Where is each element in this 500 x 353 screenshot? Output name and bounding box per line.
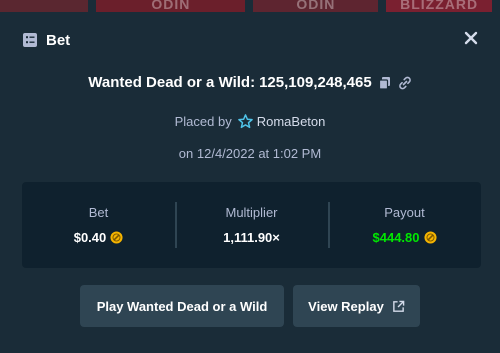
username-link[interactable]: RomaBeton	[257, 114, 326, 129]
bet-stats-panel: Bet $0.40 Multiplier 1,111.90× Payout $4…	[22, 182, 481, 268]
stat-bet: Bet $0.40	[22, 182, 175, 268]
stat-value: $0.40	[74, 230, 124, 245]
bet-details-modal: Bet Wanted Dead or a Wild : 125,109,248,…	[0, 12, 500, 353]
close-icon[interactable]	[462, 29, 480, 47]
placed-by-line: Placed by RomaBeton	[0, 114, 500, 129]
stat-label: Multiplier	[225, 205, 278, 220]
placed-by-label: Placed by	[174, 114, 232, 129]
external-link-icon	[392, 300, 405, 312]
bet-amount: $0.40	[73, 230, 107, 245]
stat-label: Bet	[88, 205, 109, 220]
copy-icon[interactable]	[378, 76, 392, 90]
view-replay-button[interactable]: View Replay	[293, 285, 420, 327]
bet-title-line: Wanted Dead or a Wild : 125,109,248,465	[0, 74, 500, 91]
bet-slip-icon	[23, 33, 37, 47]
game-thumbnail: ODIN	[96, 0, 246, 12]
bet-date: on 12/4/2022 at 1:02 PM	[178, 146, 322, 161]
link-icon[interactable]	[398, 76, 412, 90]
bet-id: 125,109,248,465	[259, 74, 372, 91]
game-thumbnail	[0, 0, 89, 12]
payout-amount: $444.80	[372, 230, 420, 245]
modal-title: Bet	[46, 31, 71, 49]
game-thumbnail: BLIZZARD	[386, 0, 492, 12]
stat-payout: Payout $444.80	[328, 182, 481, 268]
currency-coin-icon	[423, 231, 437, 244]
stat-value: 1,111.90×	[223, 230, 280, 245]
stat-value: $444.80	[373, 230, 437, 245]
play-game-label: Play Wanted Dead or a Wild	[96, 298, 268, 314]
background-game-thumbnails: ODIN ODIN BLIZZARD	[0, 0, 500, 12]
currency-coin-icon	[110, 231, 123, 244]
vip-star-icon	[237, 114, 253, 129]
modal-header: Bet	[22, 30, 70, 50]
view-replay-label: View Replay	[308, 298, 384, 314]
stat-label: Payout	[384, 205, 425, 220]
modal-actions: Play Wanted Dead or a Wild View Replay	[0, 285, 500, 327]
game-name: Wanted Dead or a Wild	[88, 74, 251, 91]
title-separator: :	[250, 74, 256, 91]
game-thumbnail: ODIN	[253, 0, 379, 12]
multiplier-value: 1,111.90×	[223, 230, 280, 245]
stat-multiplier: Multiplier 1,111.90×	[175, 182, 328, 268]
play-game-button[interactable]: Play Wanted Dead or a Wild	[80, 285, 284, 327]
